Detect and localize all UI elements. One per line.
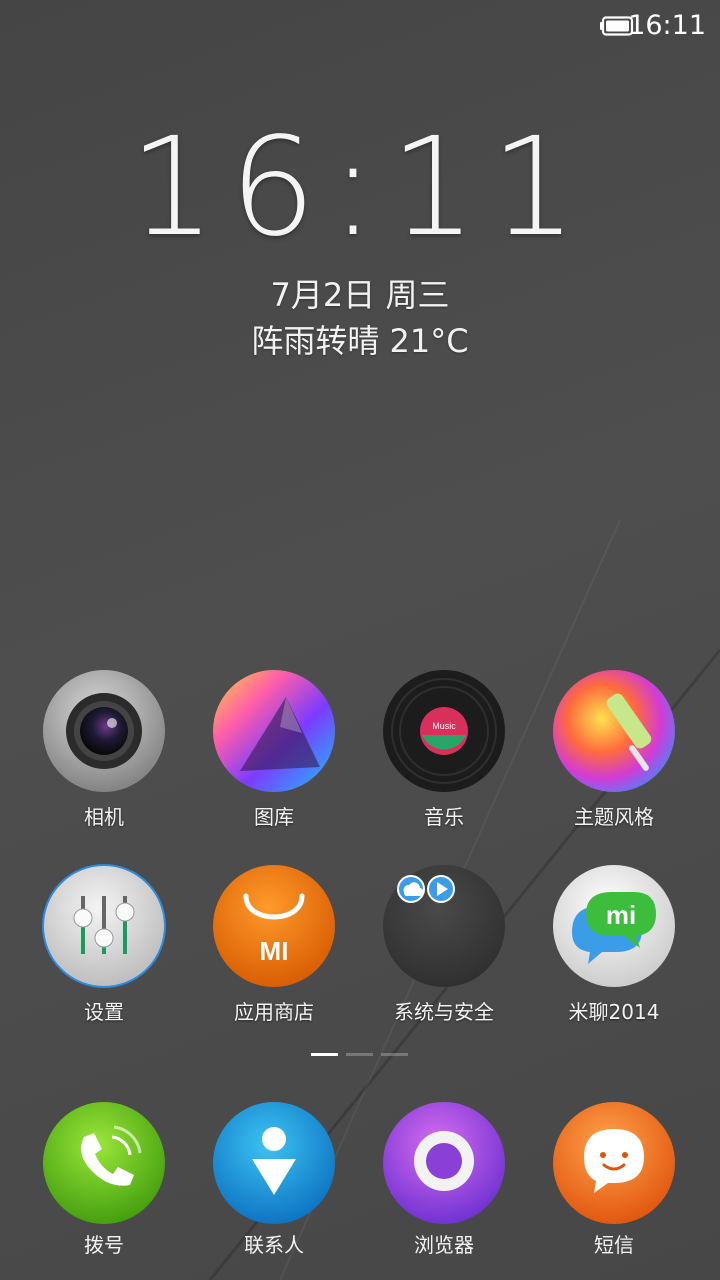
page-dot-1[interactable] [311, 1053, 338, 1056]
app-label: 图库 [254, 805, 294, 829]
browser-icon [383, 1102, 505, 1224]
app-camera[interactable]: 相机 [19, 667, 189, 830]
dock-label: 拨号 [84, 1233, 124, 1257]
clock-widget-time[interactable]: 16:11 [0, 120, 720, 256]
gallery-icon [213, 670, 335, 792]
theme-icon [553, 670, 675, 792]
clock-widget-date: 7月2日 周三 [270, 276, 450, 314]
app-miliao[interactable]: mi 米聊2014 [529, 862, 699, 1025]
app-music[interactable]: Music 音乐 [359, 667, 529, 830]
app-themes[interactable]: 主题风格 [529, 667, 699, 830]
app-label: 主题风格 [574, 805, 654, 829]
phone-icon [43, 1102, 165, 1224]
app-settings[interactable]: 设置 [19, 862, 189, 1025]
app-store[interactable]: MI 应用商店 [189, 862, 359, 1025]
music-icon: Music [383, 670, 505, 792]
dock-browser[interactable]: 浏览器 [359, 1099, 529, 1258]
messaging-icon [553, 1102, 675, 1224]
status-time: 16:11 [628, 10, 706, 41]
page-dot-3[interactable] [381, 1053, 408, 1056]
app-label: 音乐 [424, 805, 464, 829]
store-badge-text: MI [260, 936, 289, 966]
app-label: 应用商店 [234, 1000, 314, 1024]
dock-label: 浏览器 [414, 1233, 474, 1257]
system-security-folder-icon [383, 865, 505, 987]
app-label: 设置 [84, 1000, 124, 1024]
record-label-text: Music [432, 721, 456, 731]
app-folder-system-security[interactable]: 系统与安全 [359, 862, 529, 1025]
miliao-icon: mi [553, 865, 675, 987]
page-dot-2[interactable] [346, 1053, 373, 1056]
dock-contacts[interactable]: 联系人 [189, 1099, 359, 1258]
app-label: 相机 [84, 805, 124, 829]
app-label: 系统与安全 [394, 1000, 494, 1024]
miliao-badge-text: mi [606, 900, 636, 930]
dock-label: 短信 [594, 1233, 634, 1257]
dock-phone[interactable]: 拨号 [19, 1099, 189, 1258]
contacts-icon [213, 1102, 335, 1224]
app-store-icon: MI [213, 865, 335, 987]
clock-widget-weather[interactable]: 阵雨转晴 21°C [0, 316, 720, 362]
app-gallery[interactable]: 图库 [189, 667, 359, 830]
status-bar: 16:11 [0, 0, 720, 54]
camera-icon [43, 670, 165, 792]
dock-messaging[interactable]: 短信 [529, 1099, 699, 1258]
settings-icon [42, 864, 166, 988]
app-label: 米聊2014 [568, 1000, 660, 1024]
dock-label: 联系人 [244, 1233, 304, 1257]
